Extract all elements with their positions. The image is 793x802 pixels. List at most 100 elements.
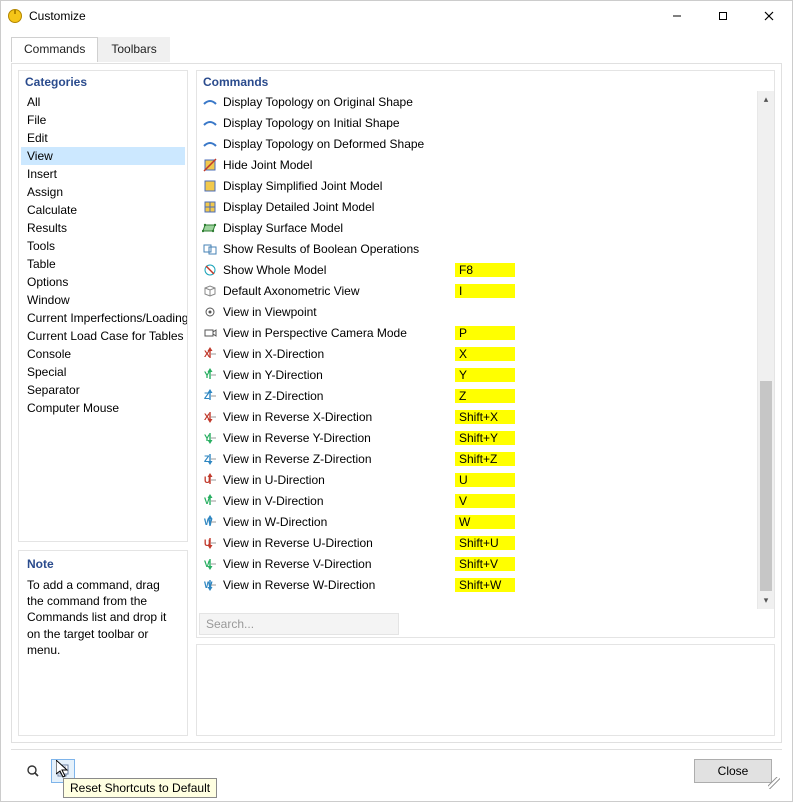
category-item[interactable]: Assign <box>21 183 185 201</box>
category-item[interactable]: Computer Mouse <box>21 399 185 417</box>
command-label: View in Viewpoint <box>223 305 455 319</box>
category-item[interactable]: View <box>21 147 185 165</box>
tab-toolbars[interactable]: Toolbars <box>98 37 169 62</box>
category-item[interactable]: Tools <box>21 237 185 255</box>
model-icon <box>201 262 219 278</box>
boolean-icon <box>201 241 219 257</box>
shape-icon <box>201 136 219 152</box>
shape-icon <box>201 94 219 110</box>
scroll-down-arrow[interactable]: ▾ <box>758 592 774 609</box>
y-rev-icon: Y <box>201 430 219 446</box>
close-button[interactable]: Close <box>694 759 772 783</box>
x-dir-icon: X <box>201 346 219 362</box>
category-item[interactable]: Options <box>21 273 185 291</box>
command-row[interactable]: Hide Joint Model <box>197 154 757 175</box>
x-rev-icon: X <box>201 409 219 425</box>
command-label: View in Reverse W-Direction <box>223 578 455 592</box>
command-row[interactable]: Y View in Reverse Y-DirectionShift+Y <box>197 427 757 448</box>
category-item[interactable]: Window <box>21 291 185 309</box>
category-item[interactable]: Console <box>21 345 185 363</box>
tab-commands[interactable]: Commands <box>11 37 98 62</box>
window-title: Customize <box>29 9 86 23</box>
category-item[interactable]: Insert <box>21 165 185 183</box>
command-row[interactable]: ZView in Z-DirectionZ <box>197 385 757 406</box>
command-shortcut: V <box>455 494 515 508</box>
command-row[interactable]: UView in Reverse U-DirectionShift+U <box>197 532 757 553</box>
category-item[interactable]: File <box>21 111 185 129</box>
command-label: View in Y-Direction <box>223 368 455 382</box>
command-row[interactable]: Display Simplified Joint Model <box>197 175 757 196</box>
command-row[interactable]: WView in Reverse W-DirectionShift+W <box>197 574 757 595</box>
shape-icon <box>201 115 219 131</box>
command-row[interactable]: View in Perspective Camera ModeP <box>197 322 757 343</box>
command-label: View in Reverse Z-Direction <box>223 452 455 466</box>
command-label: Display Topology on Deformed Shape <box>223 137 455 151</box>
scroll-thumb[interactable] <box>760 381 772 591</box>
close-window-button[interactable] <box>746 1 792 31</box>
command-shortcut: Shift+Z <box>455 452 515 466</box>
category-item[interactable]: Calculate <box>21 201 185 219</box>
categories-title: Categories <box>19 71 187 91</box>
command-row[interactable]: Display Topology on Initial Shape <box>197 112 757 133</box>
command-row[interactable]: YView in Y-DirectionY <box>197 364 757 385</box>
right-column: Commands Display Topology on Original Sh… <box>196 70 775 736</box>
command-label: View in W-Direction <box>223 515 455 529</box>
command-row[interactable]: Show Whole ModelF8 <box>197 259 757 280</box>
category-item[interactable]: Special <box>21 363 185 381</box>
z-rev-icon: Z <box>201 451 219 467</box>
command-row[interactable]: Display Surface Model <box>197 217 757 238</box>
command-row[interactable]: Display Topology on Original Shape <box>197 91 757 112</box>
category-item[interactable]: Separator <box>21 381 185 399</box>
category-item[interactable]: Current Load Case for Tables <box>21 327 185 345</box>
command-row[interactable]: Display Detailed Joint Model <box>197 196 757 217</box>
axo-icon <box>201 283 219 299</box>
command-row[interactable]: Default Axonometric ViewI <box>197 280 757 301</box>
command-label: Show Whole Model <box>223 263 455 277</box>
preview-panel <box>196 644 775 736</box>
y-dir-icon: Y <box>201 367 219 383</box>
category-item[interactable]: Results <box>21 219 185 237</box>
command-label: Display Detailed Joint Model <box>223 200 455 214</box>
command-row[interactable]: Z View in Reverse Z-DirectionShift+Z <box>197 448 757 469</box>
command-label: View in Z-Direction <box>223 389 455 403</box>
commands-list[interactable]: Display Topology on Original ShapeDispla… <box>197 91 757 609</box>
command-row[interactable]: Show Results of Boolean Operations <box>197 238 757 259</box>
command-label: View in Reverse U-Direction <box>223 536 455 550</box>
maximize-button[interactable] <box>700 1 746 31</box>
command-row[interactable]: VView in Reverse V-DirectionShift+V <box>197 553 757 574</box>
command-row[interactable]: UView in U-DirectionU <box>197 469 757 490</box>
v-dir-icon: V <box>201 493 219 509</box>
commands-title: Commands <box>197 71 774 91</box>
command-shortcut: Shift+Y <box>455 431 515 445</box>
app-icon <box>7 8 23 24</box>
search-input[interactable] <box>199 613 399 635</box>
customize-window: Customize Commands Toolbars Categories A… <box>0 0 793 802</box>
command-row[interactable]: View in Viewpoint <box>197 301 757 322</box>
command-row[interactable]: VView in V-DirectionV <box>197 490 757 511</box>
reset-shortcuts-button[interactable] <box>51 759 75 783</box>
command-row[interactable]: Display Topology on Deformed Shape <box>197 133 757 154</box>
resize-grip[interactable] <box>768 777 780 789</box>
u-dir-icon: U <box>201 472 219 488</box>
command-row[interactable]: WView in W-DirectionW <box>197 511 757 532</box>
categories-panel: Categories AllFileEditViewInsertAssignCa… <box>18 70 188 542</box>
category-item[interactable]: Current Imperfections/Loading <box>21 309 185 327</box>
category-item[interactable]: All <box>21 93 185 111</box>
camera-icon <box>201 325 219 341</box>
joint-simple-icon <box>201 178 219 194</box>
command-shortcut: I <box>455 284 515 298</box>
scroll-up-arrow[interactable]: ▴ <box>758 91 774 108</box>
command-label: View in Reverse Y-Direction <box>223 431 455 445</box>
category-item[interactable]: Table <box>21 255 185 273</box>
minimize-button[interactable] <box>654 1 700 31</box>
commands-panel: Commands Display Topology on Original Sh… <box>196 70 775 638</box>
commands-scrollbar[interactable]: ▴ ▾ <box>757 91 774 609</box>
command-shortcut: Shift+V <box>455 557 515 571</box>
w-rev-icon: W <box>201 577 219 593</box>
surface-icon <box>201 220 219 236</box>
category-item[interactable]: Edit <box>21 129 185 147</box>
command-row[interactable]: XView in Reverse X-DirectionShift+X <box>197 406 757 427</box>
find-shortcut-button[interactable] <box>21 759 45 783</box>
categories-list[interactable]: AllFileEditViewInsertAssignCalculateResu… <box>19 91 187 541</box>
command-row[interactable]: XView in X-DirectionX <box>197 343 757 364</box>
